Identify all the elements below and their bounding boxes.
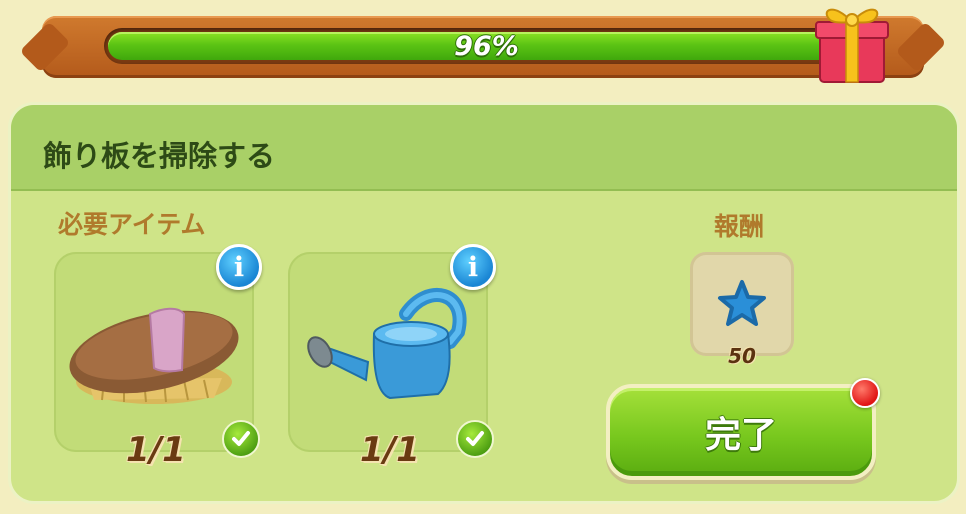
- reward-label: 報酬: [714, 212, 765, 241]
- watering-can-info-button[interactable]: i: [450, 244, 496, 290]
- brush-check-icon: [222, 420, 260, 458]
- watering-can-count: 1/1: [360, 430, 420, 470]
- gift-box-icon[interactable]: [812, 0, 892, 86]
- required-item-brush[interactable]: i 1/1: [54, 244, 262, 470]
- required-item-watering-can[interactable]: i 1/1: [288, 244, 496, 470]
- brush-info-button[interactable]: i: [216, 244, 262, 290]
- star-icon: [718, 280, 766, 326]
- watering-can-check-icon: [456, 420, 494, 458]
- notification-dot: [850, 378, 880, 408]
- complete-button-label: 完了: [704, 415, 777, 456]
- task-title: 飾り板を掃除する: [43, 139, 276, 173]
- progress-frame: 96%: [42, 16, 924, 78]
- required-items-label: 必要アイテム: [58, 210, 206, 239]
- progress-percent: 96%: [454, 30, 519, 62]
- brush-count: 1/1: [126, 430, 186, 470]
- reward-amount: 50: [728, 344, 756, 368]
- task-header: 飾り板を掃除する: [11, 105, 957, 191]
- progress-bar: 96%: [104, 28, 869, 64]
- complete-button[interactable]: 完了: [606, 384, 876, 480]
- reward-box: [690, 252, 794, 356]
